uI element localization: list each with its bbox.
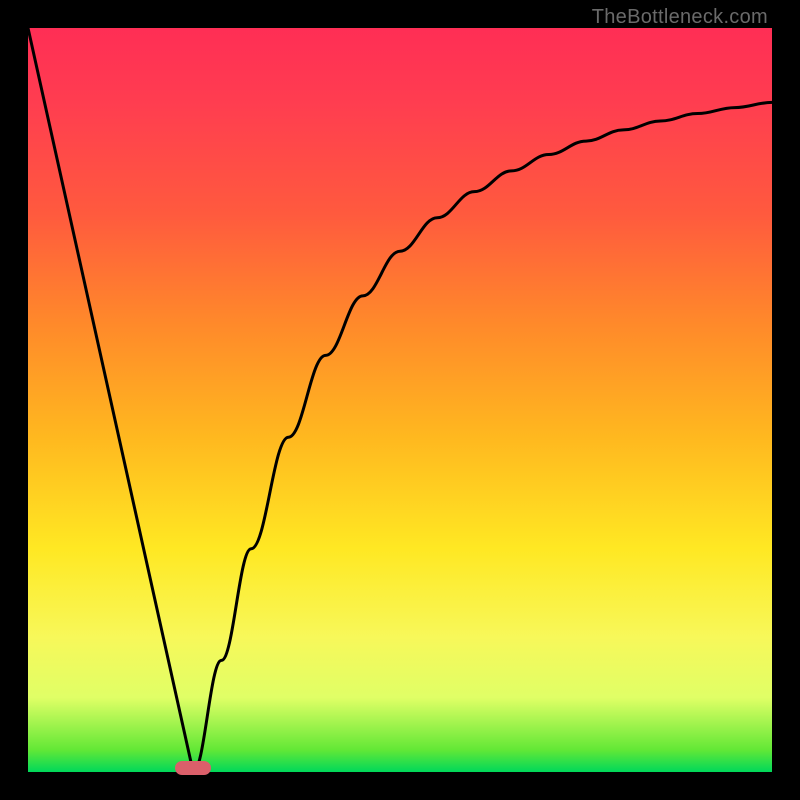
left-line-segment bbox=[28, 28, 193, 772]
chart-frame: TheBottleneck.com bbox=[0, 0, 800, 800]
valley-marker-pill bbox=[175, 761, 211, 775]
chart-curves bbox=[28, 28, 772, 772]
right-curve-segment bbox=[193, 102, 772, 772]
plot-area bbox=[28, 28, 772, 772]
watermark-text: TheBottleneck.com bbox=[592, 6, 768, 29]
